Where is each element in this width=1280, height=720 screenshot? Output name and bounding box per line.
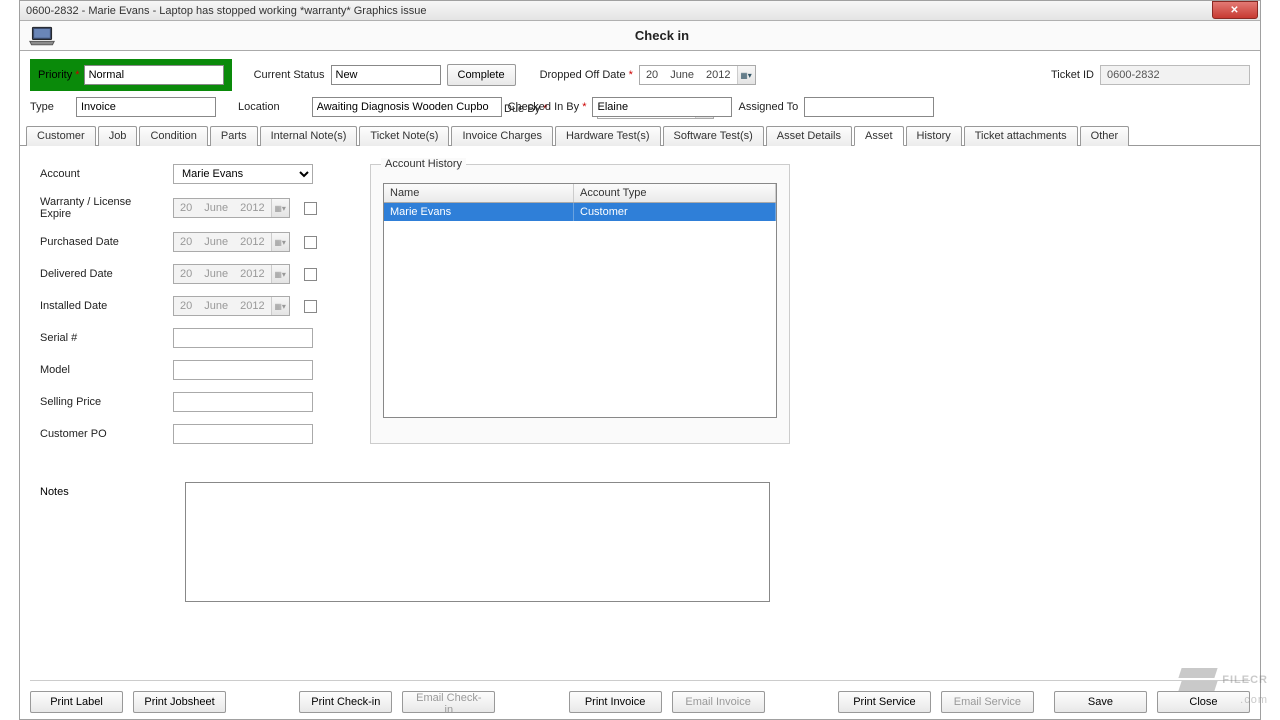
warranty-label: Warranty / License Expire [40, 196, 165, 220]
header-bar: Check in [20, 21, 1260, 51]
print-service-button[interactable]: Print Service [838, 691, 931, 713]
priority-label: Priority * [38, 69, 80, 81]
selling-price-input[interactable] [173, 392, 313, 412]
location-label: Location [238, 101, 280, 113]
window-title: 0600-2832 - Marie Evans - Laptop has sto… [26, 5, 427, 17]
tab-customer[interactable]: Customer [26, 126, 96, 146]
checked-in-by-select[interactable]: Elaine [592, 97, 732, 117]
app-window: 0600-2832 - Marie Evans - Laptop has sto… [19, 0, 1261, 720]
top-form: Priority * Normal Current Status New Com… [20, 51, 1260, 121]
print-checkin-button[interactable]: Print Check-in [299, 691, 392, 713]
tab-ticket-note-s-[interactable]: Ticket Note(s) [359, 126, 449, 146]
print-label-button[interactable]: Print Label [30, 691, 123, 713]
customer-po-input[interactable] [173, 424, 313, 444]
calendar-icon[interactable]: ▦▾ [271, 297, 289, 315]
print-jobsheet-button[interactable]: Print Jobsheet [133, 691, 226, 713]
purchased-date[interactable]: 20June2012▦▾ [173, 232, 290, 252]
email-service-button[interactable]: Email Service [941, 691, 1034, 713]
account-label: Account [40, 168, 165, 180]
checked-in-by-label: Checked In By * [508, 101, 587, 113]
close-button[interactable]: Close [1157, 691, 1250, 713]
assigned-to-label: Assigned To [738, 101, 798, 113]
account-history-title: Account History [381, 158, 466, 170]
account-select[interactable]: Marie Evans [173, 164, 313, 184]
serial-input[interactable] [173, 328, 313, 348]
tab-parts[interactable]: Parts [210, 126, 258, 146]
delivered-date[interactable]: 20June2012▦▾ [173, 264, 290, 284]
delivered-checkbox[interactable] [304, 268, 317, 281]
dropped-off-label: Dropped Off Date * [540, 69, 633, 81]
grid-cell-name: Marie Evans [384, 203, 574, 221]
purchased-checkbox[interactable] [304, 236, 317, 249]
calendar-icon[interactable]: ▦▾ [737, 66, 755, 84]
priority-box: Priority * Normal [30, 59, 232, 91]
grid-cell-type: Customer [574, 203, 776, 221]
ticket-id-input[interactable] [1100, 65, 1250, 85]
tab-invoice-charges[interactable]: Invoice Charges [451, 126, 553, 146]
installed-label: Installed Date [40, 300, 165, 312]
tab-other[interactable]: Other [1080, 126, 1130, 146]
priority-select[interactable]: Normal [84, 65, 224, 85]
tab-job[interactable]: Job [98, 126, 138, 146]
calendar-icon[interactable]: ▦▾ [271, 265, 289, 283]
calendar-icon[interactable]: ▦▾ [271, 199, 289, 217]
location-select[interactable]: Awaiting Diagnosis Wooden Cupbo [312, 97, 502, 117]
account-history-grid[interactable]: Name Account Type Marie Evans Customer [383, 183, 777, 418]
watermark: FILECR .com [1180, 665, 1268, 694]
page-title: Check in [64, 28, 1260, 43]
customer-po-label: Customer PO [40, 428, 165, 440]
account-history-group: Account History Name Account Type Marie … [370, 164, 790, 444]
tab-software-test-s-[interactable]: Software Test(s) [663, 126, 764, 146]
installed-date[interactable]: 20June2012▦▾ [173, 296, 290, 316]
tab-condition[interactable]: Condition [139, 126, 207, 146]
window-close-button[interactable]: ✕ [1212, 1, 1258, 19]
model-input[interactable] [173, 360, 313, 380]
delivered-label: Delivered Date [40, 268, 165, 280]
titlebar: 0600-2832 - Marie Evans - Laptop has sto… [20, 1, 1260, 21]
tabs: CustomerJobConditionPartsInternal Note(s… [20, 125, 1260, 146]
tab-asset-details[interactable]: Asset Details [766, 126, 852, 146]
type-select[interactable]: Invoice [76, 97, 216, 117]
warranty-date[interactable]: 20June2012▦▾ [173, 198, 290, 218]
bottom-toolbar: Print Label Print Jobsheet Print Check-i… [30, 680, 1250, 713]
print-invoice-button[interactable]: Print Invoice [569, 691, 662, 713]
tab-internal-note-s-[interactable]: Internal Note(s) [260, 126, 358, 146]
notes-textarea[interactable] [185, 482, 770, 602]
type-label: Type [30, 101, 70, 113]
notes-label: Notes [40, 482, 165, 602]
ticket-id-label: Ticket ID [1051, 69, 1094, 81]
email-checkin-button[interactable]: Email Check-in [402, 691, 495, 713]
asset-tab-body: Account Marie Evans Warranty / License Ex… [20, 146, 1260, 474]
complete-button[interactable]: Complete [447, 64, 516, 86]
dropped-off-date[interactable]: 20June2012▦▾ [639, 65, 756, 85]
assigned-to-select[interactable] [804, 97, 934, 117]
status-select[interactable]: New [331, 65, 441, 85]
grid-header-type: Account Type [574, 184, 776, 202]
grid-header-name: Name [384, 184, 574, 202]
calendar-icon[interactable]: ▦▾ [271, 233, 289, 251]
selling-price-label: Selling Price [40, 396, 165, 408]
tab-history[interactable]: History [906, 126, 962, 146]
notes-row: Notes [40, 482, 1240, 602]
save-button[interactable]: Save [1054, 691, 1147, 713]
status-label: Current Status [254, 69, 325, 81]
purchased-label: Purchased Date [40, 236, 165, 248]
tab-asset[interactable]: Asset [854, 126, 904, 146]
model-label: Model [40, 364, 165, 376]
laptop-icon [28, 25, 56, 47]
warranty-checkbox[interactable] [304, 202, 317, 215]
serial-label: Serial # [40, 332, 165, 344]
grid-header: Name Account Type [384, 184, 776, 203]
tab-hardware-test-s-[interactable]: Hardware Test(s) [555, 126, 661, 146]
grid-row[interactable]: Marie Evans Customer [384, 203, 776, 221]
installed-checkbox[interactable] [304, 300, 317, 313]
email-invoice-button[interactable]: Email Invoice [672, 691, 765, 713]
tab-ticket-attachments[interactable]: Ticket attachments [964, 126, 1078, 146]
